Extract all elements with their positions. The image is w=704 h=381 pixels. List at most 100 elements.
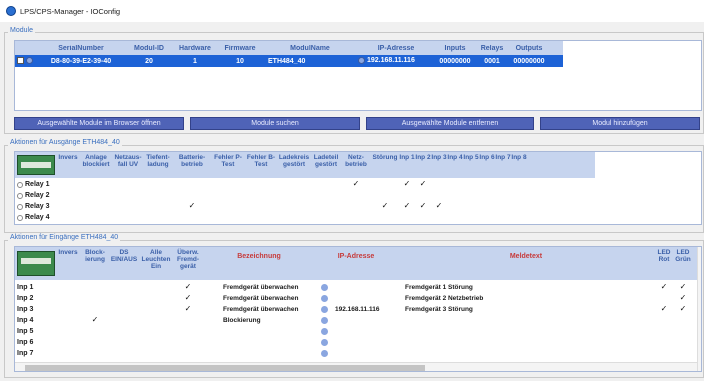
col-serial[interactable]: SerialNumber (36, 45, 126, 52)
relay-row-1[interactable]: Relay 1 (17, 179, 77, 190)
vertical-scrollbar[interactable] (697, 247, 701, 371)
output-col-2: Anlage blockiert (82, 154, 110, 168)
output-col-9: Ladeteil gestört (313, 154, 339, 168)
col-relays[interactable]: Relays (476, 45, 508, 52)
output-check[interactable]: ✓ (431, 201, 447, 210)
input-check[interactable]: ✓ (673, 304, 693, 313)
output-col-1: Invers (58, 154, 78, 161)
input-row-2[interactable]: Inp 2 (17, 293, 57, 304)
relay-label: Relay 2 (25, 192, 50, 199)
output-col-19: Inp 8 (511, 154, 527, 161)
radio-icon[interactable] (17, 203, 23, 210)
outputs-group-title: Aktionen für Ausgänge ETH484_40 (8, 139, 122, 146)
input-check[interactable]: ✓ (673, 282, 693, 291)
relay-row-2[interactable]: Relay 2 (17, 190, 77, 201)
input-bezeichnung[interactable]: Fremdgerät überwachen (223, 306, 299, 313)
ip-globe-icon (358, 56, 365, 64)
ip-globe-icon (321, 350, 328, 357)
ip-globe-icon (321, 339, 328, 346)
relay-label: Relay 4 (25, 214, 50, 221)
output-col-17: Inp 6 (479, 154, 495, 161)
module-icon (26, 56, 33, 64)
ip-globe-icon (321, 317, 328, 324)
input-row-1[interactable]: Inp 1 (17, 282, 57, 293)
relay-label: Relay 1 (25, 181, 50, 188)
col-inputs[interactable]: Inputs (434, 45, 476, 52)
ip-globe-icon (321, 295, 328, 302)
module-row[interactable]: D8-80-39-E2-39-40 20 1 10 ETH484_40 192.… (15, 55, 563, 67)
add-module-button[interactable]: Modul hinzufügen (540, 117, 700, 130)
output-check[interactable]: ✓ (399, 179, 415, 188)
input-row-7[interactable]: Inp 7 (17, 348, 57, 359)
output-col-11: Störung (372, 154, 398, 161)
output-check[interactable]: ✓ (371, 201, 399, 210)
module-checkbox[interactable] (17, 56, 24, 64)
output-check[interactable]: ✓ (399, 201, 415, 210)
input-check[interactable]: ✓ (655, 282, 673, 291)
open-in-browser-button[interactable]: Ausgewählte Module im Browser öffnen (14, 117, 184, 130)
input-row-3[interactable]: Inp 3 (17, 304, 57, 315)
input-meldetext[interactable]: Fremdgerät 1 Störung (405, 284, 473, 291)
modules-group-title: Module (8, 27, 35, 34)
window-title: LPS/CPS-Manager - IOConfig (20, 6, 121, 16)
col-hardware[interactable]: Hardware (172, 45, 218, 52)
input-check[interactable]: ✓ (673, 293, 693, 302)
col-outputs[interactable]: Outputs (508, 45, 550, 52)
output-col-18: Inp 7 (495, 154, 511, 161)
input-row-4[interactable]: Inp 4 (17, 315, 57, 326)
output-col-14: Inp 3 (431, 154, 447, 161)
input-row-6[interactable]: Inp 6 (17, 337, 57, 348)
col-modul-id[interactable]: Modul-ID (126, 45, 172, 52)
input-check[interactable]: ✓ (173, 282, 203, 291)
output-check[interactable]: ✓ (341, 179, 371, 188)
input-bezeichnung[interactable]: Fremdgerät überwachen (223, 284, 299, 291)
col-modulname[interactable]: ModulName (262, 45, 358, 52)
input-check[interactable]: ✓ (173, 293, 203, 302)
search-modules-button[interactable]: Module suchen (190, 117, 360, 130)
input-col-7: IP-Adresse (337, 253, 375, 260)
modules-list[interactable]: SerialNumber Modul-ID Hardware Firmware … (14, 40, 702, 111)
output-col-4: Tiefent-ladung (146, 154, 170, 168)
input-col-1: Invers (58, 249, 78, 256)
radio-icon[interactable] (17, 192, 23, 199)
output-col-3: Netzaus-fall UV (114, 154, 142, 168)
cell-modul-id: 20 (145, 57, 153, 65)
radio-icon[interactable] (17, 181, 23, 188)
output-col-5: Batterie-betrieb (178, 154, 206, 168)
input-col-5: Überw. Fremd-gerät (176, 249, 200, 270)
modules-header: SerialNumber Modul-ID Hardware Firmware … (15, 41, 563, 55)
relay-row-3[interactable]: Relay 3 (17, 201, 77, 212)
input-col-6: Bezeichnung (237, 253, 281, 260)
radio-icon[interactable] (17, 214, 23, 221)
cell-firmware: 10 (236, 57, 244, 65)
input-bezeichnung[interactable]: Fremdgerät überwachen (223, 295, 299, 302)
relay-row-4[interactable]: Relay 4 (17, 212, 77, 223)
remove-modules-button[interactable]: Ausgewählte Module entfernen (366, 117, 534, 130)
input-col-9: LED Rot (657, 249, 671, 263)
col-ip[interactable]: IP-Adresse (358, 45, 434, 52)
output-col-10: Netz-betrieb (345, 154, 367, 168)
horizontal-scrollbar[interactable] (15, 362, 697, 371)
ip-globe-icon (321, 328, 328, 335)
title-bar: LPS/CPS-Manager - IOConfig (0, 0, 704, 22)
input-check[interactable]: ✓ (655, 304, 673, 313)
output-check[interactable]: ✓ (415, 179, 431, 188)
output-col-13: Inp 2 (415, 154, 431, 161)
cell-relays: 0001 (484, 57, 500, 65)
input-meldetext[interactable]: Fremdgerät 2 Netzbetrieb (405, 295, 483, 302)
output-check[interactable]: ✓ (173, 201, 211, 210)
inputs-group-title: Aktionen für Eingänge ETH484_40 (8, 234, 121, 241)
input-check[interactable]: ✓ (173, 304, 203, 313)
input-check[interactable]: ✓ (81, 315, 109, 324)
cell-outputs: 00000000 (513, 57, 545, 65)
input-row-5[interactable]: Inp 5 (17, 326, 57, 337)
scrollbar-thumb[interactable] (25, 365, 425, 371)
input-meldetext[interactable]: Fremdgerät 3 Störung (405, 306, 473, 313)
input-ip[interactable]: 192.168.11.116 (335, 306, 379, 313)
output-col-12: Inp 1 (399, 154, 415, 161)
input-bezeichnung[interactable]: Blockierung (223, 317, 261, 324)
output-check[interactable]: ✓ (415, 201, 431, 210)
col-firmware[interactable]: Firmware (218, 45, 262, 52)
cell-inputs: 00000000 (439, 57, 471, 65)
input-col-10: LED Grün (675, 249, 691, 263)
